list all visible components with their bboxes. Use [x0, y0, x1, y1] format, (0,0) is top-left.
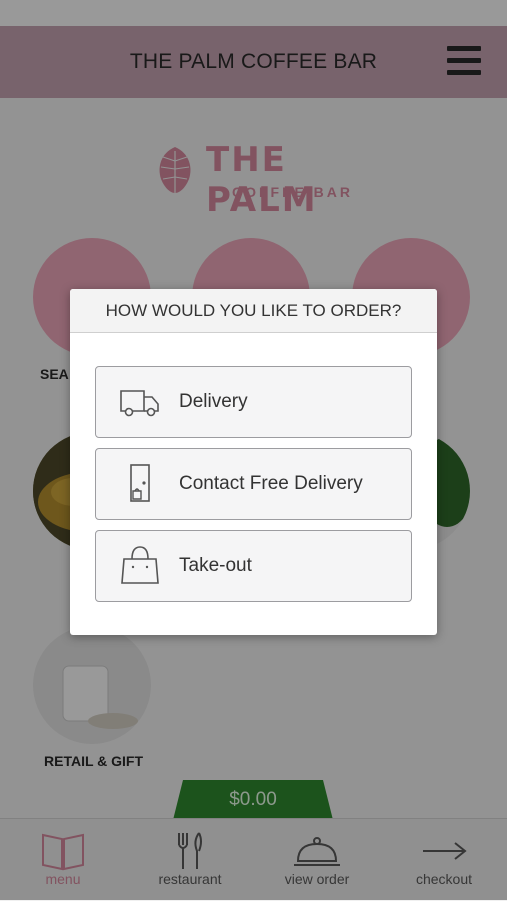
- dialog-title: HOW WOULD YOU LIKE TO ORDER?: [70, 289, 437, 333]
- take-out-option-button[interactable]: Take-out: [95, 530, 412, 602]
- delivery-truck-icon: [120, 390, 159, 417]
- door-bag-icon: [130, 464, 150, 502]
- contact-free-delivery-option-button[interactable]: Contact Free Delivery: [95, 448, 412, 520]
- shopping-bag-icon: [121, 546, 159, 584]
- take-out-option-label: Take-out: [179, 555, 252, 576]
- delivery-option-button[interactable]: Delivery: [95, 366, 412, 438]
- delivery-option-label: Delivery: [179, 391, 248, 412]
- order-type-dialog: HOW WOULD YOU LIKE TO ORDER? Delivery Co…: [70, 289, 437, 635]
- contact-free-delivery-label: Contact Free Delivery: [179, 473, 363, 494]
